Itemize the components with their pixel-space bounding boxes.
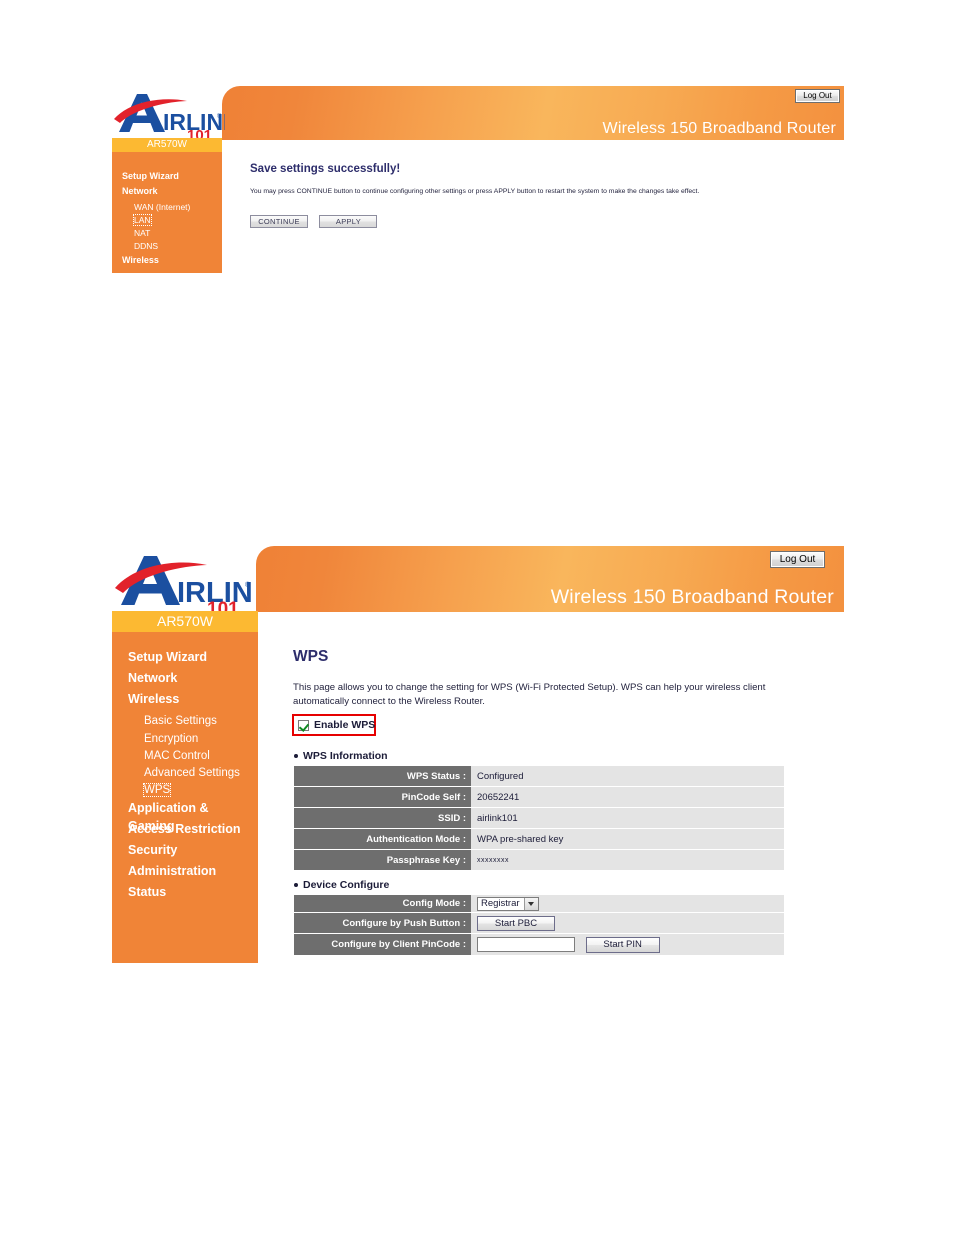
sidebar-item-security[interactable]: Security: [128, 843, 177, 857]
sidebar-item-setup-wizard[interactable]: Setup Wizard: [128, 650, 207, 664]
panel-two-logout-button[interactable]: Log Out: [770, 551, 825, 568]
config-mode-select[interactable]: Registrar: [477, 896, 539, 911]
airlink-logo-panel-two: IRLINK ® 101: [114, 549, 254, 615]
config-mode-label: Config Mode :: [294, 895, 471, 913]
bullet-icon: [294, 754, 298, 758]
sidebar-item-basic-settings[interactable]: Basic Settings: [144, 715, 217, 727]
sidebar-item-network[interactable]: Network: [128, 671, 177, 685]
enable-wps-checkbox[interactable]: [298, 719, 309, 731]
sidebar-item-access-restriction[interactable]: Access Restriction: [128, 822, 241, 836]
panel-two-content: WPS This page allows you to change the s…: [293, 648, 853, 708]
sidebar-item-wps[interactable]: WPS: [142, 783, 172, 797]
ssid-label: SSID :: [294, 807, 471, 829]
table-row: PinCode Self : 20652241: [294, 786, 784, 808]
table-row: Passphrase Key : xxxxxxxx: [294, 849, 784, 870]
start-pbc-button[interactable]: Start PBC: [477, 915, 555, 931]
ssid-value: airlink101: [471, 807, 784, 829]
pincode-self-value: 20652241: [471, 786, 784, 808]
router-console-panel-two: Wireless 150 Broadband Router Log Out IR…: [0, 0, 954, 1000]
sidebar-item-advanced-settings[interactable]: Advanced Settings: [144, 767, 240, 779]
config-mode-cell: Registrar: [471, 895, 784, 913]
authentication-mode-value: WPA pre-shared key: [471, 828, 784, 850]
sidebar-item-mac-control[interactable]: MAC Control: [144, 750, 210, 762]
device-configure-title-text: Device Configure: [303, 879, 390, 891]
wps-description: This page allows you to change the setti…: [293, 682, 766, 707]
wps-information-title: WPS Information: [294, 750, 388, 762]
table-row: Config Mode : Registrar: [294, 895, 784, 913]
wps-status-label: WPS Status :: [294, 766, 471, 787]
svg-text:®: ®: [245, 581, 251, 589]
wps-status-value: Configured: [471, 766, 784, 787]
push-button-label: Configure by Push Button :: [294, 912, 471, 934]
client-pincode-input[interactable]: [477, 937, 575, 952]
pincode-self-label: PinCode Self :: [294, 786, 471, 808]
panel-two-header-title: Wireless 150 Broadband Router: [550, 586, 834, 608]
client-pincode-label: Configure by Client PinCode :: [294, 933, 471, 955]
panel-two-menu: Setup Wizard Network Wireless Basic Sett…: [112, 648, 258, 904]
sidebar-item-status[interactable]: Status: [128, 885, 166, 899]
bullet-icon: [294, 883, 298, 887]
passphrase-key-value: xxxxxxxx: [471, 849, 784, 870]
panel-two-sidebar: AR570W Setup Wizard Network Wireless Bas…: [112, 611, 258, 963]
sidebar-item-encryption[interactable]: Encryption: [144, 733, 198, 745]
device-configure-title: Device Configure: [294, 879, 389, 891]
passphrase-key-label: Passphrase Key :: [294, 849, 471, 870]
sidebar-item-administration[interactable]: Administration: [128, 864, 216, 878]
table-row: Configure by Push Button : Start PBC: [294, 912, 784, 934]
table-row: SSID : airlink101: [294, 807, 784, 829]
config-mode-selected-value: Registrar: [481, 898, 520, 909]
push-button-cell: Start PBC: [471, 912, 784, 934]
table-row: Authentication Mode : WPA pre-shared key: [294, 828, 784, 850]
start-pin-button[interactable]: Start PIN: [585, 936, 660, 953]
wps-information-title-text: WPS Information: [303, 750, 388, 762]
panel-two-header: Wireless 150 Broadband Router: [256, 546, 844, 612]
page-title: WPS: [293, 648, 329, 665]
wps-information-table: WPS Status : Configured PinCode Self : 2…: [294, 766, 784, 870]
authentication-mode-label: Authentication Mode :: [294, 828, 471, 850]
enable-wps-label: Enable WPS: [314, 719, 376, 731]
sidebar-item-wireless[interactable]: Wireless: [128, 692, 179, 706]
client-pincode-cell: Start PIN: [471, 933, 784, 955]
device-configure-table: Config Mode : Registrar Configure by Pus…: [294, 895, 784, 955]
panel-two-model-bar: AR570W: [112, 611, 258, 632]
chevron-down-icon[interactable]: [523, 897, 538, 910]
table-row: Configure by Client PinCode : Start PIN: [294, 933, 784, 955]
enable-wps-row[interactable]: Enable WPS: [298, 719, 375, 731]
table-row: WPS Status : Configured: [294, 766, 784, 787]
